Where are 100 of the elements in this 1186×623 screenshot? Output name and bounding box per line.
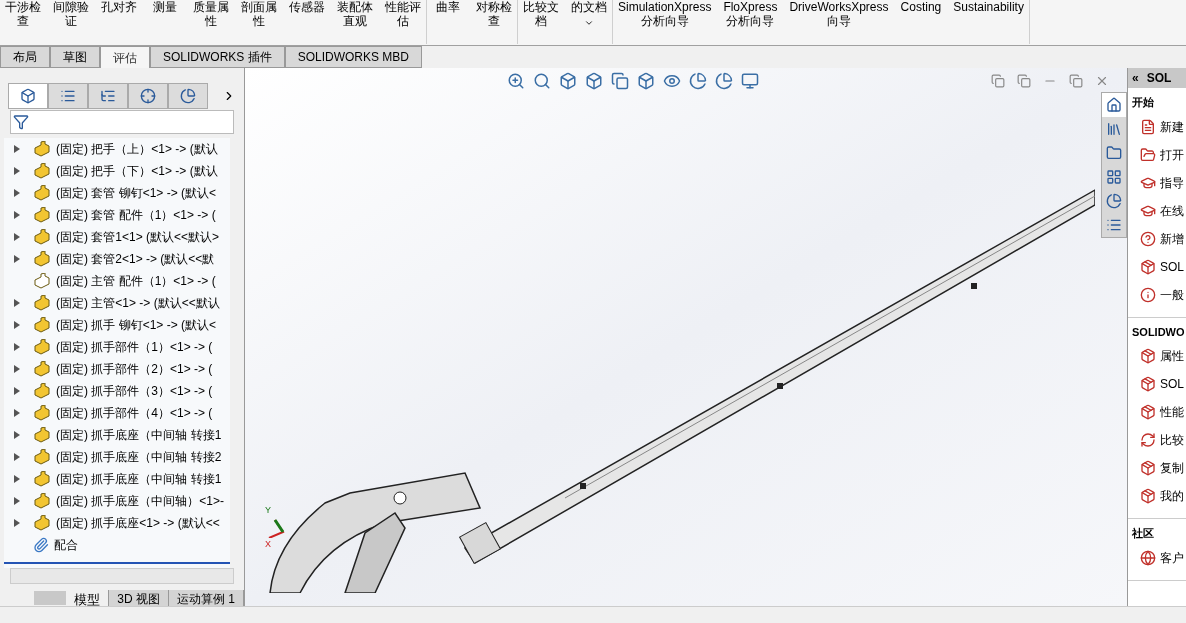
cube-icon[interactable] <box>559 72 577 90</box>
tile-icon[interactable] <box>991 74 1005 88</box>
ribbon-button[interactable]: Costing <box>899 0 943 44</box>
squares-icon[interactable] <box>611 72 629 90</box>
expand-arrow-icon[interactable] <box>14 453 20 461</box>
task-link[interactable]: 新建 <box>1160 117 1184 136</box>
pie-icon[interactable] <box>715 72 733 90</box>
monitor-icon[interactable] <box>741 72 759 90</box>
tree-item[interactable]: (固定) 抓手部件（3）<1> -> ( <box>56 382 213 400</box>
expand-arrow-icon[interactable] <box>14 431 20 439</box>
manager-tab[interactable] <box>88 83 128 109</box>
bottom-tab[interactable]: 运动算例 1 <box>169 590 244 606</box>
ribbon-button[interactable]: 孔对齐 <box>100 0 138 44</box>
tree-item[interactable]: (固定) 抓手底座（中间轴 转接1 <box>56 470 222 488</box>
tile-icon[interactable] <box>1017 74 1031 88</box>
tree-item[interactable]: (固定) 套管 配件（1）<1> -> ( <box>56 206 216 224</box>
tree-item[interactable]: (固定) 套管 铆钉<1> -> (默认< <box>56 184 217 202</box>
tree-item[interactable]: (固定) 主管<1> -> (默认<<默认 <box>56 294 220 312</box>
cube-icon[interactable] <box>585 72 603 90</box>
bottom-tab[interactable]: 3D 视图 <box>109 590 169 606</box>
tree-item[interactable]: (固定) 抓手部件（1）<1> -> ( <box>56 338 213 356</box>
ribbon-tab[interactable]: 布局 <box>0 46 50 68</box>
expand-arrow-icon[interactable] <box>14 233 20 241</box>
ribbon-tab[interactable]: SOLIDWORKS 插件 <box>150 46 285 68</box>
tree-item[interactable]: (固定) 抓手底座（中间轴 转接2 <box>56 448 222 466</box>
tree-item[interactable]: (固定) 把手（下）<1> -> (默认 <box>56 162 218 180</box>
tree-item[interactable]: (固定) 抓手底座（中间轴 转接1 <box>56 426 222 444</box>
collapse-button[interactable]: « <box>1132 69 1139 87</box>
restore-icon[interactable] <box>1069 74 1083 88</box>
tree-item[interactable]: (固定) 抓手底座（中间轴）<1>- <box>56 492 224 510</box>
expand-arrow-icon[interactable] <box>14 365 20 373</box>
expand-arrow-icon[interactable] <box>14 299 20 307</box>
ribbon-button[interactable]: 的文档 <box>570 0 608 44</box>
expand-arrow-icon[interactable] <box>14 387 20 395</box>
expand-arrow-icon[interactable] <box>14 321 20 329</box>
tree-item[interactable]: (固定) 抓手部件（2）<1> -> ( <box>56 360 213 378</box>
ribbon-button[interactable]: 性能评 估 <box>384 0 422 44</box>
expand-arrow-icon[interactable] <box>14 343 20 351</box>
ribbon-button[interactable]: SimulationXpress 分析向导 <box>617 0 713 44</box>
ribbon-button[interactable]: 间隙验 证 <box>52 0 90 44</box>
task-link[interactable]: 性能 <box>1160 403 1184 421</box>
search-icon[interactable] <box>533 72 551 90</box>
manager-tab[interactable] <box>48 83 88 109</box>
expand-arrow-icon[interactable] <box>14 167 20 175</box>
ribbon-button[interactable]: 曲率 <box>431 0 465 44</box>
expand-arrow-icon[interactable] <box>14 189 20 197</box>
ribbon-button[interactable]: 比较文 档 <box>522 0 560 44</box>
manager-tab[interactable] <box>168 83 208 109</box>
task-pane-tab[interactable] <box>1102 117 1126 141</box>
ribbon-button[interactable]: FloXpress 分析向导 <box>722 0 779 44</box>
task-link[interactable]: SOL <box>1160 257 1184 276</box>
manager-tab[interactable] <box>128 83 168 109</box>
task-link[interactable]: 指导 <box>1160 173 1184 192</box>
expand-arrow-icon[interactable] <box>14 475 20 483</box>
task-link[interactable]: 我的 <box>1160 487 1184 505</box>
tree-item[interactable]: (固定) 套管2<1> -> (默认<<默 <box>56 250 215 268</box>
ribbon-button[interactable]: DriveWorksXpress 向导 <box>788 0 890 44</box>
expand-arrow-icon[interactable] <box>14 211 20 219</box>
task-link[interactable]: SOL <box>1160 375 1184 393</box>
horizontal-scrollbar[interactable] <box>10 568 234 584</box>
ribbon-button[interactable]: Sustainability <box>952 0 1025 44</box>
expand-arrow-icon[interactable] <box>14 145 20 153</box>
expand-arrow-icon[interactable] <box>14 519 20 527</box>
expand-arrow-icon[interactable] <box>14 409 20 417</box>
ribbon-button[interactable]: 对称检 查 <box>475 0 513 44</box>
ribbon-button[interactable]: 测量 <box>148 0 182 44</box>
filter-icon[interactable] <box>13 114 29 130</box>
eye-icon[interactable] <box>663 72 681 90</box>
expand-arrow-icon[interactable] <box>14 497 20 505</box>
task-link[interactable]: 客户 <box>1160 548 1184 567</box>
ribbon-tab[interactable]: 草图 <box>50 46 100 68</box>
tree-item[interactable]: (固定) 套管1<1> (默认<<默认> <box>56 228 220 246</box>
tree-item[interactable]: (固定) 抓手底座<1> -> (默认<< <box>56 514 220 532</box>
task-link[interactable]: 在线 <box>1160 201 1184 220</box>
tree-item[interactable]: (固定) 抓手部件（4）<1> -> ( <box>56 404 213 422</box>
task-link[interactable]: 新增 <box>1160 229 1184 248</box>
task-link[interactable]: 一般 <box>1160 285 1184 304</box>
zoom-in-icon[interactable] <box>507 72 525 90</box>
ribbon-button[interactable]: 干涉检 查 <box>4 0 42 44</box>
expand-arrow-icon[interactable] <box>14 255 20 263</box>
task-link[interactable]: 复制 <box>1160 459 1184 477</box>
cube-icon[interactable] <box>637 72 655 90</box>
tree-item[interactable]: (固定) 把手（上）<1> -> (默认 <box>56 140 218 158</box>
task-link[interactable]: 打开 <box>1160 145 1184 164</box>
pie-icon[interactable] <box>689 72 707 90</box>
ribbon-button[interactable]: 质量属 性 <box>192 0 230 44</box>
task-pane-tab[interactable] <box>1102 213 1126 237</box>
tree-item[interactable]: (固定) 抓手 铆钉<1> -> (默认< <box>56 316 217 334</box>
ribbon-tab[interactable]: 评估 <box>100 46 150 68</box>
task-link[interactable]: 比较 <box>1160 431 1184 449</box>
manager-tab[interactable] <box>8 83 48 109</box>
tree-item[interactable]: (固定) 主管 配件（1）<1> -> ( <box>56 272 216 290</box>
task-pane-tab[interactable] <box>1102 93 1126 117</box>
ribbon-button[interactable]: 传感器 <box>288 0 326 44</box>
close-icon[interactable] <box>1095 74 1109 88</box>
ribbon-button[interactable]: 剖面属 性 <box>240 0 278 44</box>
task-link[interactable]: 属性 <box>1160 347 1184 365</box>
filter-field[interactable] <box>10 110 234 134</box>
tree-item[interactable]: 配合 <box>54 536 78 554</box>
ribbon-tab[interactable]: SOLIDWORKS MBD <box>284 46 423 68</box>
